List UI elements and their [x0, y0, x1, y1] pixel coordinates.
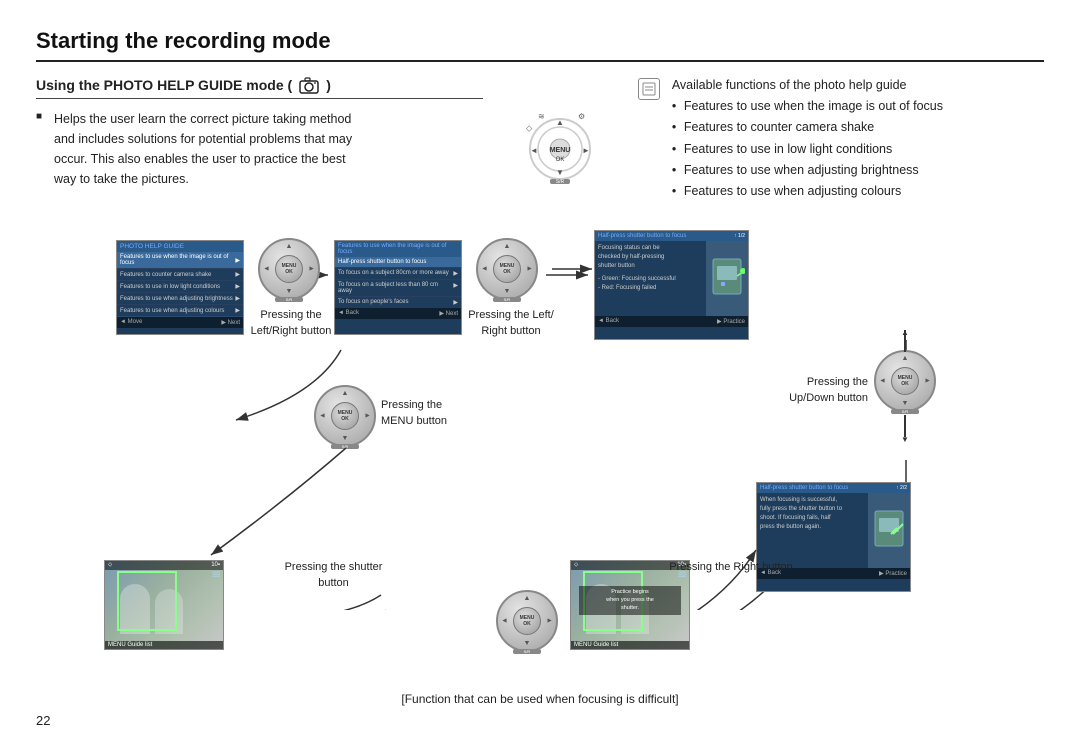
label-pressing-menu: Pressing theMENU button: [381, 398, 471, 429]
screen2-row2: To focus on a subject 80cm or more away: [338, 270, 449, 277]
photo2-menu-label: MENU Guide list: [574, 642, 618, 648]
screen3-text3: shutter button: [598, 262, 703, 271]
list-item: Features to use when the image is out of…: [672, 96, 943, 117]
dial-bottom: MENUOK ▲ ▼ ◄ ► S/R: [496, 590, 558, 652]
screen2-row4: To focus on people's faces: [338, 299, 409, 306]
intro-section: Using the PHOTO HELP GUIDE mode ( ) Help…: [36, 76, 1044, 202]
photo-thumb-1: ⬦10▪ ||| MENU Guide list: [104, 560, 224, 650]
page-title: Starting the recording mode: [36, 28, 1044, 54]
dial-menu: MENUOK ▲ ▼ ◄ ► S/R: [314, 385, 376, 447]
screen3-text1: Focusing status can be: [598, 244, 703, 253]
list-item: Features to use when adjusting brightnes…: [672, 160, 943, 181]
photo1-menu-label: MENU Guide list: [108, 642, 152, 648]
svg-text:⬦: ⬦: [526, 123, 533, 133]
available-list: Features to use when the image is out of…: [672, 96, 943, 202]
screen3-footer-left: ◄ Back: [598, 318, 619, 325]
screen-thumb-2: Features to use when the image is out of…: [334, 240, 462, 335]
svg-text:OK: OK: [555, 157, 564, 163]
screen1-footer-right: ▶ Next: [221, 319, 240, 326]
screen4-text3: shoot. If focusing fails, half: [760, 514, 865, 523]
svg-text:►: ►: [582, 146, 590, 155]
screen1-row4: Features to use when adjusting brightnes…: [120, 296, 233, 302]
title-divider: [36, 60, 1044, 62]
svg-text:▼: ▼: [556, 168, 564, 177]
help-line3: occur. This also enables the user to pra…: [54, 152, 346, 166]
camera-diagram: ▲ ▼ ◄ ► MENU OK ⬦ ≋ ⚙ S/R: [513, 94, 608, 202]
page-number: 22: [36, 713, 50, 728]
screen4-text4: press the button again.: [760, 523, 865, 532]
left-column: Using the PHOTO HELP GUIDE mode ( ) Help…: [36, 76, 483, 202]
note-icon: [638, 78, 660, 100]
screen4-text1: When focusing is successful,: [760, 496, 865, 505]
screen2-row3: To focus on a subject less than 80 cm aw…: [338, 282, 453, 294]
screen2-footer-right: ▶ Next: [439, 310, 458, 317]
screen3-text4: - Green: Focusing successful: [598, 275, 703, 284]
screen3-text2: checked by half-pressing: [598, 253, 703, 262]
screen1-row5: Features to use when adjusting colours: [120, 308, 224, 314]
help-line4: way to take the pictures.: [54, 172, 189, 186]
svg-text:≋: ≋: [538, 112, 545, 121]
available-box: Available functions of the photo help gu…: [638, 78, 1044, 202]
available-title: Available functions of the photo help gu…: [672, 78, 943, 92]
screen-thumb-1: PHOTO HELP GUIDE Features to use when th…: [116, 240, 244, 335]
section-heading-text: Using the PHOTO HELP GUIDE mode (: [36, 77, 292, 93]
list-item: Features to use when adjusting colours: [672, 181, 943, 202]
screen2-footer-left: ◄ Back: [338, 310, 359, 317]
flow-diagram: PHOTO HELP GUIDE Features to use when th…: [36, 220, 1044, 610]
screen4-header: Half-press shutter button to focus: [760, 485, 848, 491]
arrow-down-line: [904, 415, 906, 437]
section-heading-suffix: ): [326, 77, 331, 93]
screen-thumb-4: Half-press shutter button to focus ↑ 2/2…: [756, 482, 911, 592]
camera-icon: [298, 76, 320, 94]
screen2-header: Features to use when the image is out of…: [338, 243, 446, 255]
page-container: Starting the recording mode Using the PH…: [0, 0, 1080, 630]
dial-1: MENUOK ▲ ▼ ◄ ► S/R: [258, 238, 320, 300]
help-line2: and includes solutions for potential pro…: [54, 132, 352, 146]
svg-text:◄: ◄: [530, 146, 538, 155]
arrow-down-head: ▼: [901, 435, 909, 444]
screen1-header: PHOTO HELP GUIDE: [120, 243, 184, 250]
screen3-text5: - Red: Focusing failed: [598, 284, 703, 293]
label-pressing-left-right: Pressing theLeft/Right button: [246, 308, 336, 339]
screen1-footer-left: ◄ Move: [120, 319, 142, 326]
svg-text:MENU: MENU: [550, 147, 571, 154]
screen1-row2: Features to counter camera shake: [120, 272, 211, 278]
screen4-text2: fully press the shutter button to: [760, 505, 865, 514]
screen4-footer-right: ▶ Practice: [879, 570, 907, 577]
screen3-header: Half-press shutter button to focus: [598, 233, 686, 239]
svg-text:⚙: ⚙: [578, 112, 585, 121]
help-line1: Helps the user learn the correct picture…: [54, 112, 351, 126]
label-pressing-left-right-2: Pressing the Left/Right button: [466, 308, 556, 339]
screen1-row1: Features to use when the image is out of…: [120, 254, 235, 266]
caption: [Function that can be used when focusing…: [0, 692, 1080, 706]
dial-3: MENUOK ▲ ▼ ◄ ► S/R: [874, 350, 936, 412]
right-column: Available functions of the photo help gu…: [638, 76, 1044, 202]
screen2-row1: Half-press shutter button to focus: [338, 259, 426, 265]
list-item: Features to counter camera shake: [672, 117, 943, 138]
screen3-footer-right: ▶ Practice: [717, 318, 745, 325]
available-text: Available functions of the photo help gu…: [672, 78, 943, 202]
label-pressing-right-btn: Pressing the Right button: [666, 560, 796, 575]
section-header: Using the PHOTO HELP GUIDE mode ( ): [36, 76, 483, 99]
arrow-up-head: ▲: [901, 328, 909, 337]
camera-svg: ▲ ▼ ◄ ► MENU OK ⬦ ≋ ⚙ S/R: [518, 111, 603, 186]
help-text: Helps the user learn the correct picture…: [36, 109, 483, 189]
screen1-row3: Features to use in low light conditions: [120, 284, 220, 290]
practice-text: Practice begins: [582, 589, 678, 597]
list-item: Features to use in low light conditions: [672, 139, 943, 160]
label-pressing-shutter: Pressing the shutter button: [276, 560, 391, 591]
svg-text:▲: ▲: [556, 118, 564, 127]
label-pressing-up-down: Pressing the Up/Down button: [768, 375, 868, 406]
dial-2: MENUOK ▲ ▼ ◄ ► S/R: [476, 238, 538, 300]
screen-thumb-3: Half-press shutter button to focus ↑ 1/2…: [594, 230, 749, 340]
svg-text:S/R: S/R: [556, 179, 565, 185]
